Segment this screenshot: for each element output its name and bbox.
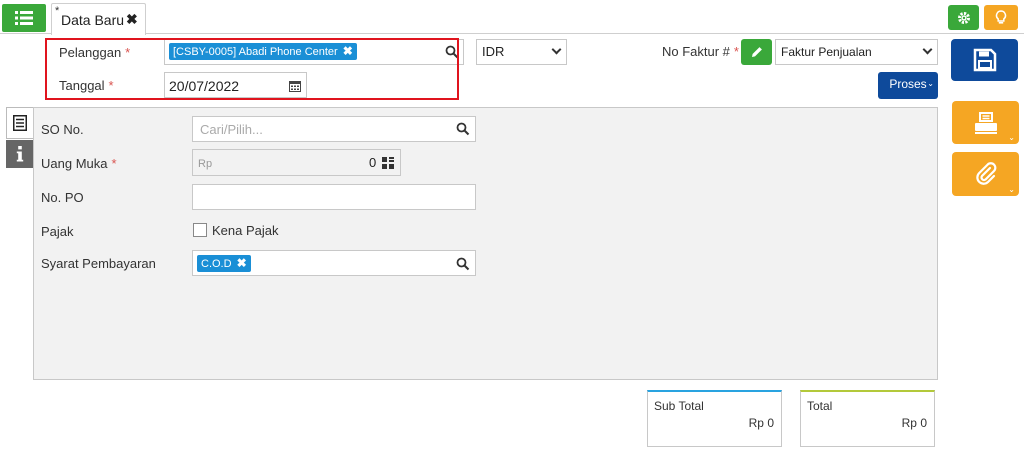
- currency-select[interactable]: IDR: [476, 39, 567, 65]
- edit-faktur-button[interactable]: [741, 39, 772, 65]
- uang-muka-prefix: Rp: [198, 158, 213, 170]
- search-icon[interactable]: [456, 257, 470, 271]
- syarat-tag-label: C.O.D: [201, 258, 232, 270]
- gear-icon: [957, 11, 970, 24]
- currency-value: IDR: [482, 44, 505, 59]
- attachment-button[interactable]: ⌄: [952, 152, 1019, 196]
- proses-button[interactable]: Proses ⌄: [878, 72, 938, 99]
- tab-info[interactable]: [6, 140, 33, 168]
- chevron-down-icon: [922, 44, 933, 55]
- pencil-icon: [751, 47, 762, 57]
- tab-detail[interactable]: [6, 107, 33, 139]
- faktur-type-value: Faktur Penjualan: [781, 45, 872, 59]
- top-bar: [0, 0, 1024, 34]
- sub-total-box: Sub Total Rp 0: [647, 390, 782, 447]
- settings-button[interactable]: [948, 5, 979, 30]
- sub-total-label: Sub Total: [654, 399, 704, 413]
- kena-pajak-label: Kena Pajak: [212, 223, 279, 238]
- so-no-label: SO No.: [41, 122, 84, 137]
- so-no-field[interactable]: Cari/Pilih...: [192, 116, 476, 142]
- total-value: Rp 0: [901, 416, 927, 430]
- uang-muka-field[interactable]: Rp 0: [192, 149, 401, 176]
- total-label: Total: [807, 399, 833, 413]
- chevron-down-icon: ⌄: [927, 79, 934, 88]
- syarat-pembayaran-field[interactable]: C.O.D ✖: [192, 250, 476, 276]
- tab-data-baru[interactable]: * Data Baru ✖: [51, 3, 146, 35]
- tips-button[interactable]: [984, 5, 1018, 30]
- so-no-placeholder: Cari/Pilih...: [200, 122, 263, 137]
- chevron-down-icon: ⌄: [1008, 185, 1015, 194]
- no-po-field[interactable]: [192, 184, 476, 210]
- total-box: Total Rp 0: [800, 390, 935, 447]
- no-po-label: No. PO: [41, 190, 84, 205]
- search-icon[interactable]: [456, 122, 470, 136]
- uang-muka-label: Uang Muka *: [41, 156, 117, 171]
- kena-pajak-checkbox[interactable]: [193, 223, 207, 237]
- lightbulb-icon: [995, 10, 1007, 24]
- chevron-down-icon: [551, 44, 562, 55]
- uang-muka-value: 0: [369, 155, 377, 170]
- syarat-tag: C.O.D ✖: [197, 255, 251, 272]
- syarat-pembayaran-label: Syarat Pembayaran: [41, 256, 156, 271]
- paperclip-icon: [975, 162, 996, 185]
- tab-close-icon[interactable]: ✖: [126, 11, 138, 28]
- detail-panel: [33, 107, 938, 380]
- save-button[interactable]: [951, 39, 1018, 81]
- printer-icon: [974, 111, 997, 134]
- main-menu-button[interactable]: [2, 4, 46, 32]
- pajak-label: Pajak: [41, 224, 74, 239]
- tab-modified-mark: *: [55, 5, 60, 17]
- list-menu-icon: [15, 11, 33, 25]
- remove-syarat-icon[interactable]: ✖: [237, 256, 247, 270]
- faktur-type-select[interactable]: Faktur Penjualan: [775, 39, 938, 65]
- info-icon: [16, 146, 23, 162]
- sub-total-value: Rp 0: [748, 416, 774, 430]
- tab-title: Data Baru: [61, 12, 125, 28]
- floppy-disk-icon: [973, 48, 996, 72]
- calculator-icon[interactable]: [382, 157, 394, 169]
- print-button[interactable]: ⌄: [952, 101, 1019, 144]
- proses-label: Proses: [889, 77, 927, 91]
- chevron-down-icon: ⌄: [1008, 133, 1015, 142]
- highlight-box: [45, 38, 459, 100]
- list-icon: [13, 115, 27, 131]
- no-faktur-label: No Faktur # *: [662, 44, 739, 59]
